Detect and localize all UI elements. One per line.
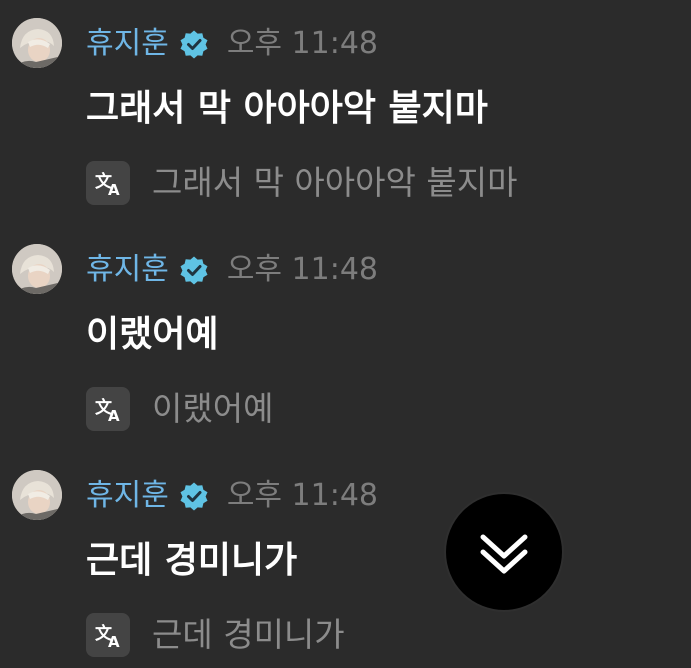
scroll-to-bottom-button[interactable] — [444, 492, 564, 612]
translate-button[interactable]: 文 A — [86, 161, 130, 205]
avatar[interactable] — [12, 244, 62, 294]
chat-feed[interactable]: 휴지훈 오후 11:48 그래서 막 아아아악 붙지마 文 A 그래서 막 아아… — [0, 0, 691, 668]
message-text: 근데 경미니가 — [86, 540, 298, 581]
message-header: 휴지훈 오후 11:48 — [86, 476, 378, 516]
avatar[interactable] — [12, 470, 62, 520]
sender-name[interactable]: 휴지훈 — [86, 250, 169, 290]
message-header: 휴지훈 오후 11:48 — [86, 250, 378, 290]
avatar-image — [12, 244, 62, 294]
verified-badge-icon — [180, 256, 208, 285]
translate-icon: 文 A — [95, 397, 120, 425]
verified-badge-icon — [180, 30, 208, 59]
translation-text: 그래서 막 아아아악 붙지마 — [152, 163, 518, 202]
avatar-image — [12, 18, 62, 68]
translation-text: 이랬어예 — [152, 389, 274, 428]
svg-text:A: A — [108, 633, 120, 651]
svg-text:A: A — [108, 407, 120, 425]
sender-name[interactable]: 휴지훈 — [86, 24, 169, 64]
translate-icon: 文 A — [95, 623, 120, 651]
sender-name[interactable]: 휴지훈 — [86, 476, 169, 516]
translate-button[interactable]: 文 A — [86, 613, 130, 657]
translation-row: 文 A 이랬어예 — [86, 386, 273, 432]
message-header: 휴지훈 오후 11:48 — [86, 24, 378, 64]
verified-badge-icon — [180, 482, 208, 511]
avatar-image — [12, 470, 62, 520]
translate-icon: 文 A — [95, 171, 120, 199]
translation-row: 文 A 근데 경미니가 — [86, 612, 345, 658]
timestamp: 오후 11:48 — [226, 26, 379, 61]
avatar[interactable] — [12, 18, 62, 68]
message-text: 이랬어예 — [86, 314, 219, 355]
timestamp: 오후 11:48 — [226, 252, 379, 287]
chevrons-down-icon — [480, 534, 528, 574]
translation-row: 文 A 그래서 막 아아아악 붙지마 — [86, 160, 517, 206]
translate-button[interactable]: 文 A — [86, 387, 130, 431]
translation-text: 근데 경미니가 — [152, 615, 345, 654]
svg-text:A: A — [108, 181, 120, 199]
timestamp: 오후 11:48 — [226, 478, 379, 513]
message-text: 그래서 막 아아아악 붙지마 — [86, 88, 488, 129]
